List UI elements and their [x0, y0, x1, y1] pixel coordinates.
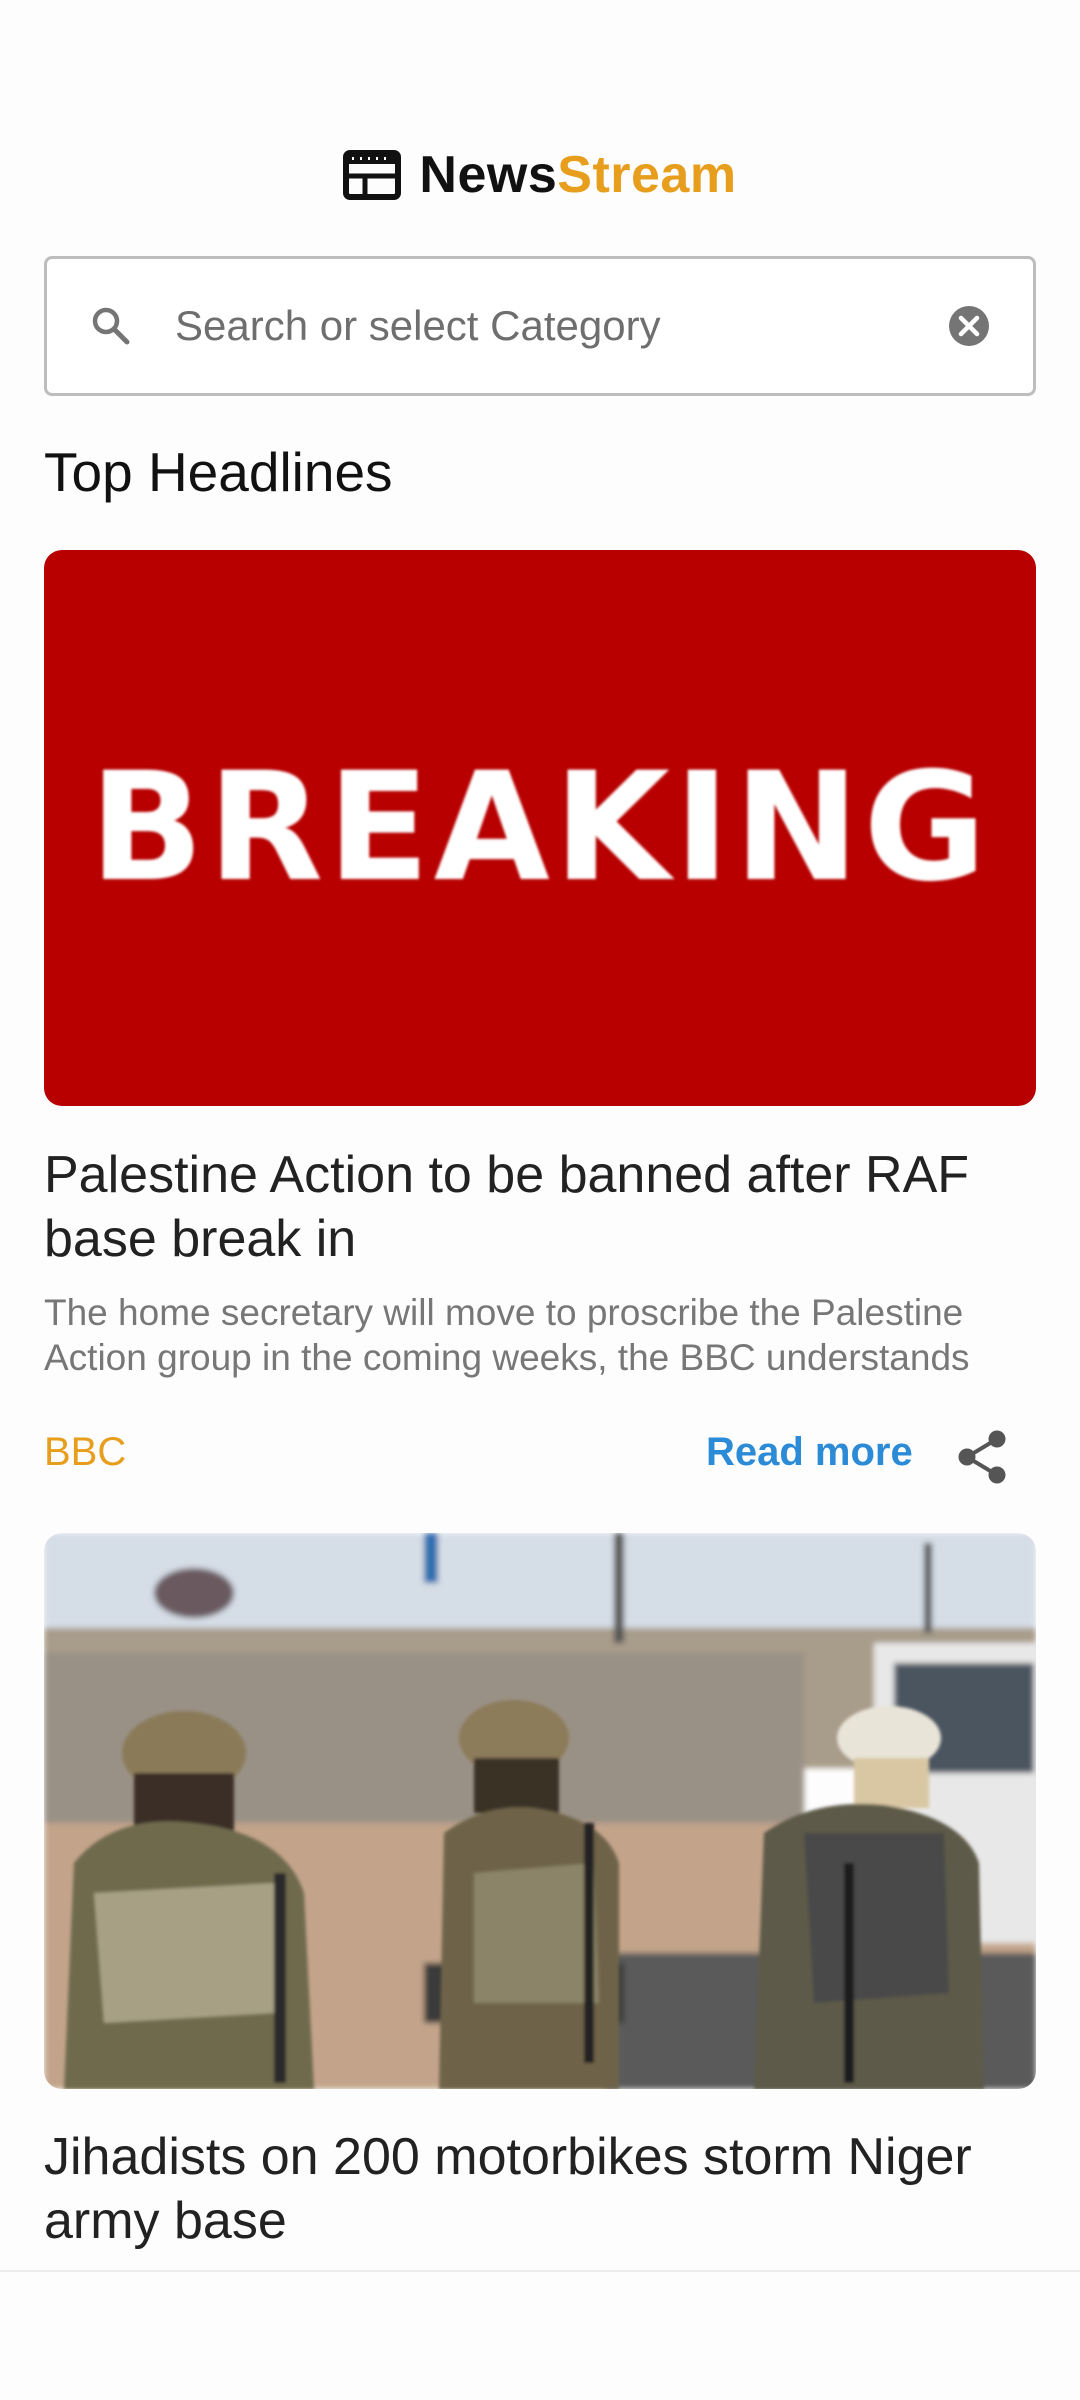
- article-image-soldiers-photo[interactable]: [44, 1533, 1036, 2089]
- section-title: Top Headlines: [44, 441, 393, 503]
- search-bar[interactable]: [44, 256, 1036, 396]
- article-image[interactable]: BREAKING: [44, 550, 1036, 1106]
- newspaper-icon: [343, 150, 402, 200]
- app-title: NewsStream: [419, 145, 736, 205]
- search-input[interactable]: [175, 286, 947, 366]
- share-icon[interactable]: [953, 1428, 1011, 1486]
- app-screen: NewsStream Top Headlines BREAKING Palest…: [0, 0, 1080, 2400]
- breaking-banner-text: BREAKING: [89, 741, 991, 915]
- clear-icon[interactable]: [947, 304, 991, 348]
- article-description: The home secretary will move to proscrib…: [44, 1292, 970, 1378]
- search-icon: [89, 304, 133, 348]
- read-more-link[interactable]: Read more: [706, 1430, 913, 1475]
- article-source: BBC: [44, 1430, 127, 1474]
- brand-part1: News: [419, 146, 558, 204]
- article-headline[interactable]: Palestine Action to be banned after RAF …: [44, 1143, 1044, 1271]
- brand-part2: Stream: [557, 146, 737, 204]
- app-header: NewsStream: [0, 145, 1080, 205]
- article-headline[interactable]: Jihadists on 200 motorbikes storm Niger …: [44, 2125, 1044, 2253]
- bottom-bar: [0, 2270, 1080, 2400]
